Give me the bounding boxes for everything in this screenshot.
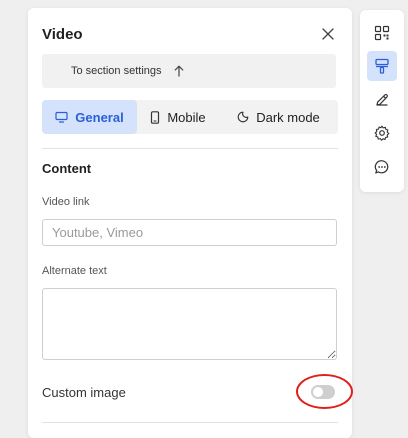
gear-icon	[374, 125, 390, 141]
to-section-settings-button[interactable]: To section settings	[42, 54, 336, 88]
alternate-text-label: Alternate text	[42, 265, 107, 277]
settings-tool-button[interactable]	[367, 118, 397, 148]
section-link-label: To section settings	[71, 65, 162, 77]
style-tool-button[interactable]	[367, 51, 397, 81]
qr-tool-button[interactable]	[367, 18, 397, 48]
pencil-icon	[376, 93, 388, 106]
side-toolbar	[360, 10, 404, 192]
tab-general-label: General	[75, 109, 124, 125]
custom-image-toggle[interactable]	[311, 385, 335, 399]
tab-mobile[interactable]: Mobile	[137, 100, 219, 134]
comments-tool-button[interactable]	[367, 152, 397, 182]
paint-roller-icon	[375, 58, 389, 74]
video-link-label: Video link	[42, 196, 90, 208]
alternate-text-input[interactable]	[42, 288, 337, 360]
monitor-icon	[55, 111, 68, 123]
close-icon	[322, 28, 334, 40]
content-heading: Content	[42, 161, 92, 176]
tab-general[interactable]: General	[42, 100, 137, 134]
edit-tool-button[interactable]	[367, 85, 397, 115]
divider-bottom	[42, 422, 338, 423]
moon-icon	[237, 111, 249, 123]
tab-dark-mode[interactable]: Dark mode	[219, 100, 338, 134]
video-settings-panel: Video To section settings General Mobile…	[28, 8, 353, 438]
tab-mobile-label: Mobile	[167, 109, 206, 125]
chat-bubble-icon	[374, 160, 389, 174]
video-link-input[interactable]	[42, 219, 337, 246]
qr-grid-icon	[374, 25, 390, 41]
divider	[42, 148, 338, 149]
close-button[interactable]	[318, 24, 338, 44]
phone-icon	[151, 110, 160, 124]
toggle-knob	[313, 387, 323, 397]
custom-image-label: Custom image	[42, 385, 126, 400]
device-tabs: General Mobile Dark mode	[42, 100, 338, 134]
panel-header: Video	[42, 22, 338, 46]
panel-title: Video	[42, 25, 83, 43]
tab-dark-mode-label: Dark mode	[256, 109, 320, 125]
arrow-up-icon	[174, 65, 184, 77]
